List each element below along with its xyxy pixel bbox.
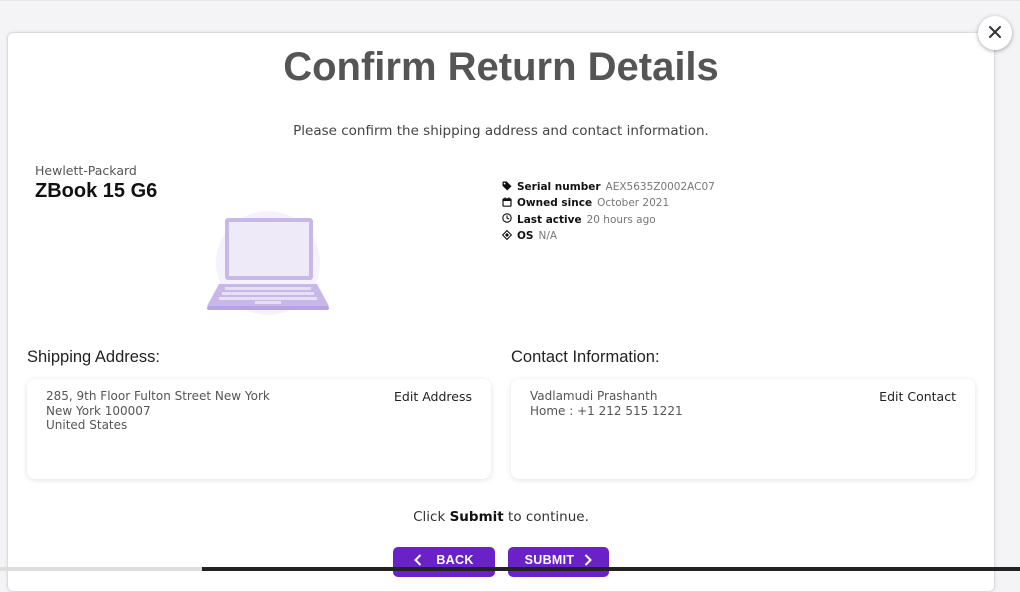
spec-last-active: Last active 20 hours ago (502, 212, 715, 228)
spec-value: N/A (538, 230, 558, 243)
spec-os: OS N/A (501, 228, 715, 244)
spec-owned-since: Owned since October 2021 (502, 195, 715, 211)
spec-value: 20 hours ago (586, 213, 656, 226)
contact-information-title: Contact Information: (511, 348, 660, 366)
shipping-address-title: Shipping Address: (27, 348, 161, 366)
contact-information-card: Vadlamudi Prashanth Home : +1 212 515 12… (511, 379, 975, 479)
page-subtitle: Please confirm the shipping address and … (293, 123, 709, 139)
scrollbar-thumb[interactable] (202, 567, 1020, 571)
clock-icon (502, 213, 517, 226)
address-line: New York 100007 (46, 403, 151, 418)
edit-contact-link[interactable]: Edit Contact (879, 389, 956, 405)
spec-label: OS (517, 230, 534, 243)
shipping-address-card: 285, 9th Floor Fulton Street New York Ne… (27, 379, 491, 479)
hint-prefix: Click (413, 509, 450, 525)
contact-phone: Home : +1 212 515 1221 (530, 403, 683, 418)
submit-button-label: SUBMIT (524, 553, 575, 567)
close-icon (988, 24, 1002, 43)
back-button[interactable]: BACK (393, 547, 495, 577)
hint-bold: Submit (449, 509, 504, 525)
tag-icon (502, 181, 517, 194)
scrollbar-track (0, 567, 202, 571)
device-specs: Serial number AEX5635Z0002AC07 Owned sin… (501, 179, 715, 244)
laptop-icon (205, 210, 331, 320)
page-title: Confirm Return Details (283, 45, 719, 89)
spec-serial-number: Serial number AEX5635Z0002AC07 (502, 179, 715, 195)
chevron-left-icon (414, 554, 422, 566)
edit-address-link[interactable]: Edit Address (394, 389, 472, 405)
hint-suffix: to continue. (503, 509, 589, 525)
chevron-right-icon (584, 554, 593, 566)
os-icon (501, 229, 517, 243)
device-brand: Hewlett-Packard (35, 163, 137, 178)
submit-button[interactable]: SUBMIT (508, 547, 609, 577)
spec-label: Last active (517, 213, 582, 226)
submit-hint: Click Submit to continue. (0, 509, 1002, 525)
calendar-icon (502, 197, 517, 210)
spec-label: Serial number (517, 181, 601, 194)
back-button-label: BACK (436, 553, 474, 567)
spec-value: October 2021 (597, 197, 670, 210)
spec-value: AEX5635Z0002AC07 (605, 181, 715, 194)
top-border (0, 0, 1020, 1)
return-details-modal (7, 32, 995, 592)
spec-label: Owned since (517, 197, 593, 210)
device-model: ZBook 15 G6 (35, 180, 158, 202)
address-line: United States (46, 418, 128, 432)
